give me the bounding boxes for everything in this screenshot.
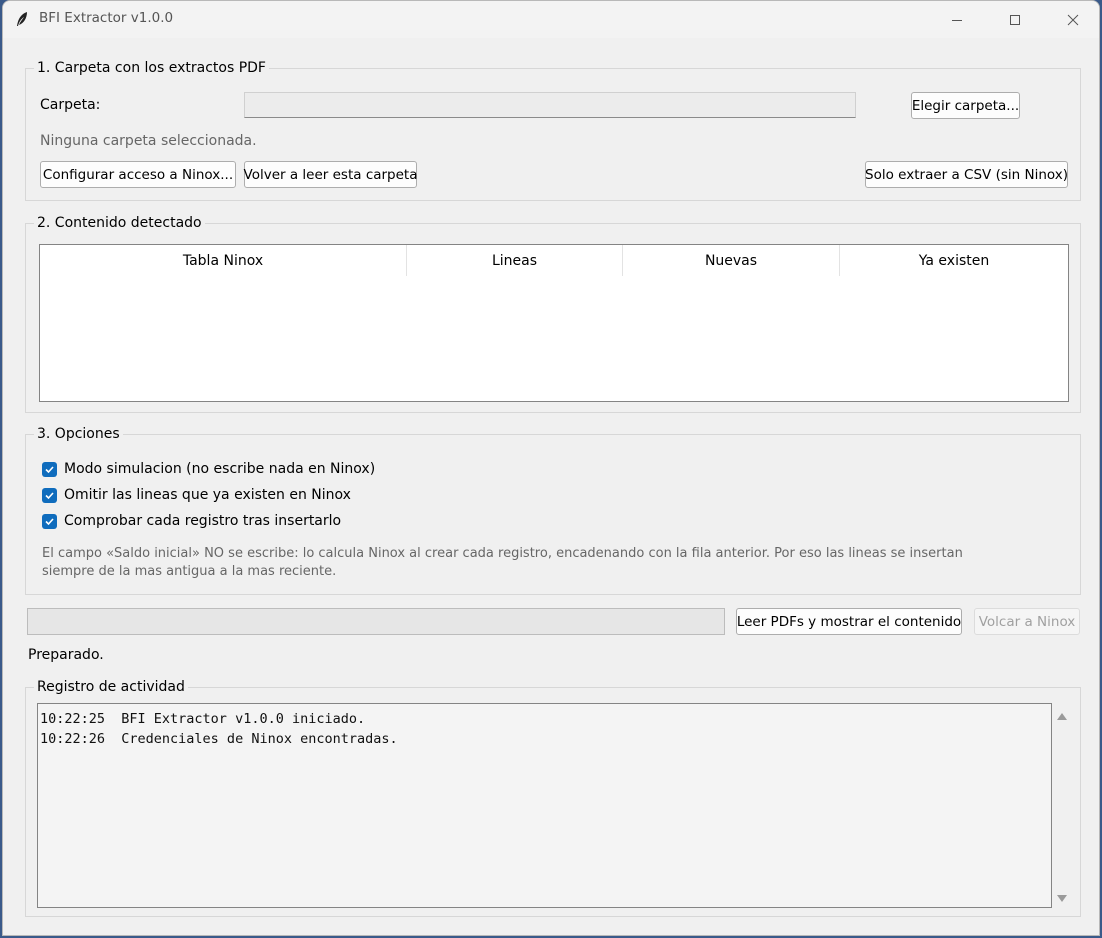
log-line: 10:22:26 Credenciales de Ninox encontrad… xyxy=(40,731,398,747)
extract-csv-button[interactable]: Solo extraer a CSV (sin Ninox) xyxy=(865,161,1068,188)
log-scrollbar[interactable] xyxy=(1053,703,1070,908)
choose-folder-button[interactable]: Elegir carpeta... xyxy=(911,92,1020,119)
minimize-button[interactable] xyxy=(928,1,986,38)
log-group-legend: Registro de actividad xyxy=(34,678,188,696)
column-header-lineas[interactable]: Lineas xyxy=(407,245,623,276)
configure-ninox-button[interactable]: Configurar acceso a Ninox... xyxy=(40,161,236,188)
option-verify-record[interactable]: Comprobar cada registro tras insertarlo xyxy=(42,512,341,530)
app-window: BFI Extractor v1.0.0 1. Carpeta con los … xyxy=(2,0,1100,936)
checkbox-checked-icon[interactable] xyxy=(42,487,57,503)
options-note-line2: siempre de la mas antigua a la mas recie… xyxy=(42,564,337,579)
progress-bar xyxy=(27,608,725,635)
folder-status: Ninguna carpeta seleccionada. xyxy=(40,133,257,149)
column-header-tabla[interactable]: Tabla Ninox xyxy=(40,245,407,276)
maximize-button[interactable] xyxy=(986,1,1044,38)
option-skip-existing[interactable]: Omitir las lineas que ya existen en Nino… xyxy=(42,486,351,504)
option-simulation[interactable]: Modo simulacion (no escribe nada en Nino… xyxy=(42,460,375,478)
activity-log[interactable]: 10:22:25 BFI Extractor v1.0.0 iniciado. … xyxy=(37,703,1052,908)
options-note-line1: El campo «Saldo inicial» NO se escribe: … xyxy=(42,546,963,561)
status-text: Preparado. xyxy=(28,647,104,663)
window-title: BFI Extractor v1.0.0 xyxy=(39,10,174,26)
options-note: El campo «Saldo inicial» NO se escribe: … xyxy=(42,545,1002,581)
maximize-icon xyxy=(1010,14,1020,25)
folder-label: Carpeta: xyxy=(40,97,101,113)
minimize-icon xyxy=(952,19,962,21)
read-pdfs-button[interactable]: Leer PDFs y mostrar el contenido xyxy=(736,608,962,635)
option-verify-record-label: Comprobar cada registro tras insertarlo xyxy=(64,513,342,529)
title-bar[interactable]: BFI Extractor v1.0.0 xyxy=(3,1,1099,38)
close-button[interactable] xyxy=(1044,1,1099,38)
scroll-down-icon[interactable] xyxy=(1057,895,1067,902)
option-skip-existing-label: Omitir las lineas que ya existen en Nino… xyxy=(64,487,351,503)
content-table[interactable]: Tabla Ninox Lineas Nuevas Ya existen xyxy=(39,244,1069,402)
checkbox-checked-icon[interactable] xyxy=(42,513,57,529)
content-group-legend: 2. Contenido detectado xyxy=(34,214,205,232)
checkbox-checked-icon[interactable] xyxy=(42,461,57,477)
dump-to-ninox-button[interactable]: Volcar a Ninox xyxy=(974,608,1080,635)
scroll-up-icon[interactable] xyxy=(1057,713,1067,720)
reread-folder-button[interactable]: Volver a leer esta carpeta xyxy=(244,161,418,188)
column-header-ya-existen[interactable]: Ya existen xyxy=(840,245,1068,276)
folder-group-legend: 1. Carpeta con los extractos PDF xyxy=(34,59,269,77)
option-simulation-label: Modo simulacion (no escribe nada en Nino… xyxy=(64,461,376,477)
options-group-legend: 3. Opciones xyxy=(34,425,123,443)
feather-icon xyxy=(17,12,27,26)
log-line: 10:22:25 BFI Extractor v1.0.0 iniciado. xyxy=(40,711,366,727)
close-icon xyxy=(1067,14,1079,25)
folder-path-field[interactable] xyxy=(244,92,856,118)
column-header-nuevas[interactable]: Nuevas xyxy=(623,245,840,276)
